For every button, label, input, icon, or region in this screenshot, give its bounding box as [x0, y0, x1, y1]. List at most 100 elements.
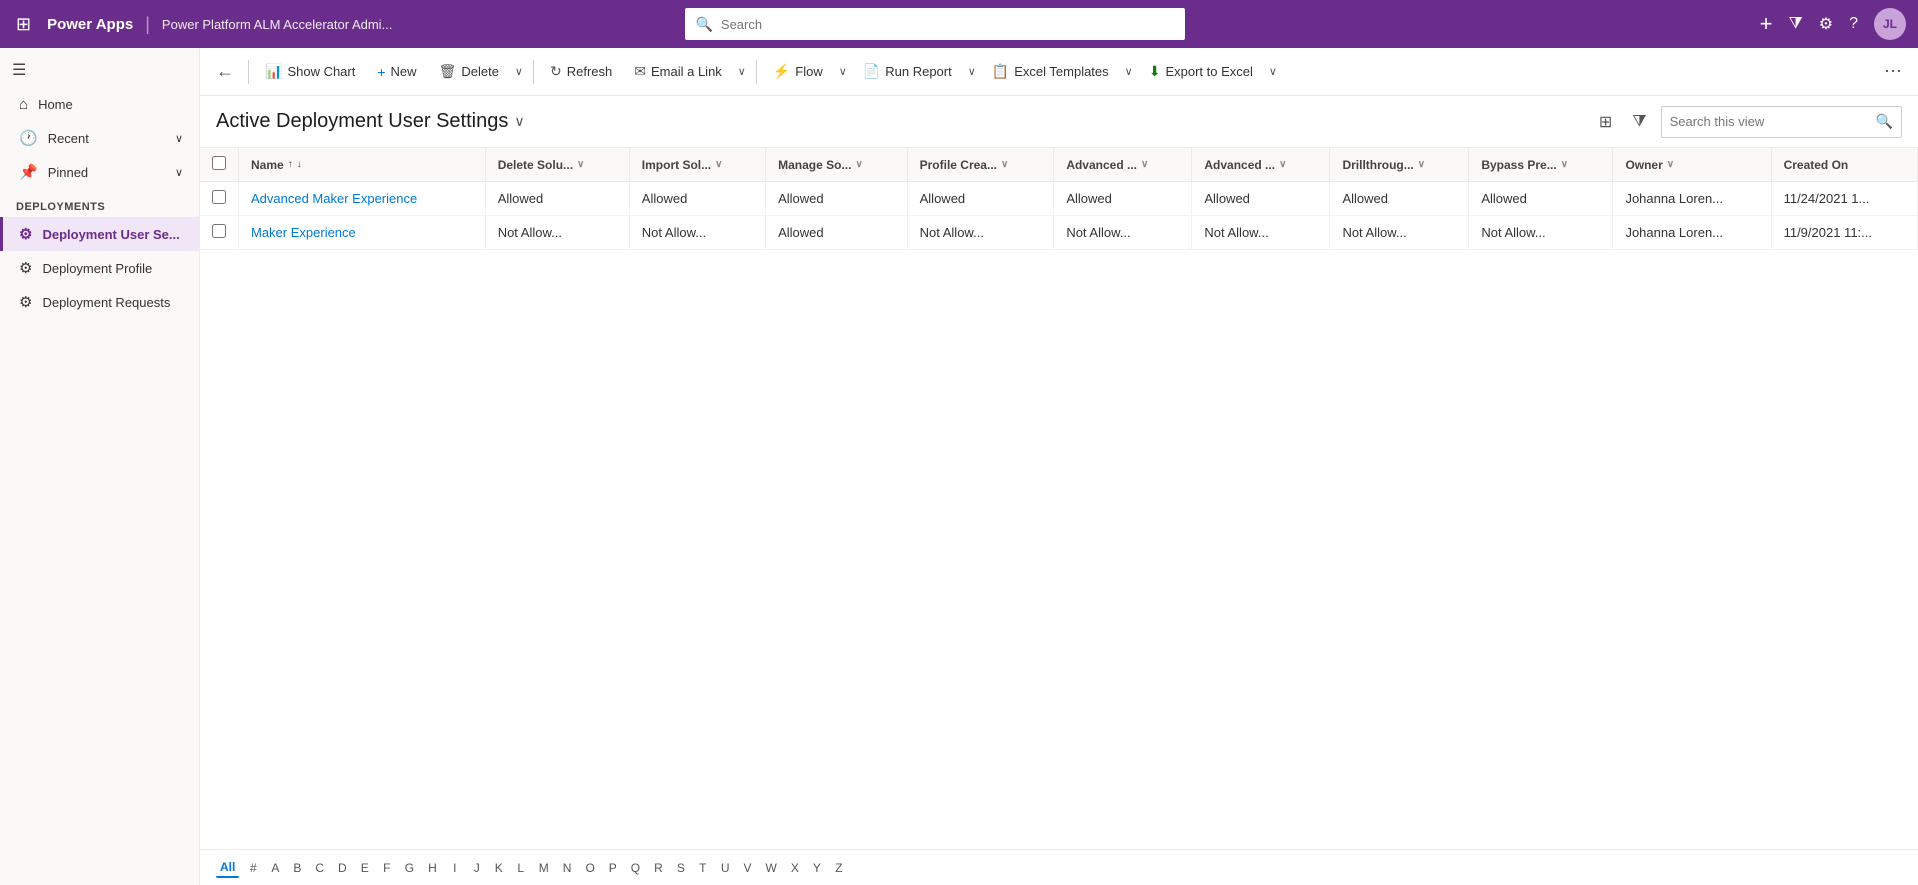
- row-checkbox-cell[interactable]: [200, 182, 239, 216]
- col-drillthrough-filter-icon[interactable]: ∨: [1418, 159, 1425, 170]
- row-checkbox[interactable]: [212, 224, 226, 238]
- alpha-item-n[interactable]: N: [559, 859, 576, 877]
- export-to-excel-button[interactable]: ⬇ Export to Excel: [1139, 57, 1263, 86]
- grid-icon[interactable]: ⊞: [12, 10, 35, 39]
- alpha-item-i[interactable]: I: [447, 859, 463, 877]
- more-button[interactable]: ⋯: [1876, 57, 1910, 86]
- col-owner-filter-icon[interactable]: ∨: [1667, 159, 1674, 170]
- avatar[interactable]: JL: [1874, 8, 1906, 40]
- col-profile-crea-filter-icon[interactable]: ∨: [1001, 159, 1008, 170]
- alpha-item-m[interactable]: M: [535, 859, 553, 877]
- sidebar-home-label: Home: [38, 97, 73, 112]
- excel-templates-dropdown[interactable]: ∨: [1121, 59, 1137, 84]
- col-name[interactable]: Name ↑ ↓: [239, 148, 486, 182]
- sidebar-item-home[interactable]: ⌂ Home: [0, 88, 199, 121]
- col-import-sol-filter-icon[interactable]: ∨: [715, 159, 722, 170]
- alpha-item-a[interactable]: A: [267, 859, 283, 877]
- search-input[interactable]: [721, 17, 1176, 32]
- alpha-item-x[interactable]: X: [787, 859, 803, 877]
- sidebar-item-deployment-requests[interactable]: ⚙ Deployment Requests: [0, 285, 199, 319]
- alpha-item-f[interactable]: F: [379, 859, 395, 877]
- alpha-item-r[interactable]: R: [650, 859, 667, 877]
- col-delete-sol-filter-icon[interactable]: ∨: [577, 159, 584, 170]
- alpha-item-#[interactable]: #: [245, 859, 261, 877]
- alpha-item-t[interactable]: T: [695, 859, 711, 877]
- table-container[interactable]: Name ↑ ↓ Delete Solu... ∨: [200, 148, 1918, 849]
- view-search-input[interactable]: [1670, 114, 1870, 129]
- col-import-sol[interactable]: Import Sol... ∨: [629, 148, 765, 182]
- col-owner[interactable]: Owner ∨: [1613, 148, 1771, 182]
- col-advanced1[interactable]: Advanced ... ∨: [1054, 148, 1192, 182]
- alpha-item-y[interactable]: Y: [809, 859, 825, 877]
- col-manage-so[interactable]: Manage So... ∨: [766, 148, 908, 182]
- select-all-checkbox[interactable]: [212, 156, 226, 170]
- alpha-item-j[interactable]: J: [469, 859, 485, 877]
- export-to-excel-dropdown[interactable]: ∨: [1265, 59, 1281, 84]
- alpha-item-h[interactable]: H: [424, 859, 441, 877]
- col-bypass-pre[interactable]: Bypass Pre... ∨: [1469, 148, 1613, 182]
- report-icon: 📄: [863, 63, 880, 80]
- alpha-item-k[interactable]: K: [491, 859, 507, 877]
- alpha-item-q[interactable]: Q: [627, 859, 644, 877]
- view-layout-icon[interactable]: ⊞: [1593, 108, 1618, 136]
- help-icon[interactable]: ?: [1849, 15, 1858, 33]
- alpha-item-w[interactable]: W: [762, 859, 781, 877]
- view-search[interactable]: 🔍: [1661, 106, 1902, 138]
- run-report-dropdown[interactable]: ∨: [964, 59, 980, 84]
- sidebar-item-deployment-profile[interactable]: ⚙ Deployment Profile: [0, 251, 199, 285]
- alpha-item-z[interactable]: Z: [831, 859, 847, 877]
- alpha-item-g[interactable]: G: [401, 859, 418, 877]
- alpha-item-b[interactable]: B: [289, 859, 305, 877]
- row-checkbox-cell[interactable]: [200, 216, 239, 250]
- sidebar-item-pinned[interactable]: 📌 Pinned ∨: [0, 155, 199, 189]
- col-delete-sol[interactable]: Delete Solu... ∨: [485, 148, 629, 182]
- sidebar-collapse-button[interactable]: ☰: [0, 52, 199, 88]
- row-name[interactable]: Maker Experience: [239, 216, 486, 250]
- alpha-item-o[interactable]: O: [581, 859, 598, 877]
- alpha-item-c[interactable]: C: [311, 859, 328, 877]
- alpha-item-v[interactable]: V: [740, 859, 756, 877]
- row-checkbox[interactable]: [212, 190, 226, 204]
- refresh-button[interactable]: ↻ Refresh: [540, 57, 622, 86]
- alpha-item-l[interactable]: L: [513, 859, 529, 877]
- col-advanced2[interactable]: Advanced ... ∨: [1192, 148, 1330, 182]
- col-advanced2-filter-icon[interactable]: ∨: [1279, 159, 1286, 170]
- chart-icon: 📊: [265, 63, 282, 80]
- row-name[interactable]: Advanced Maker Experience: [239, 182, 486, 216]
- alpha-item-p[interactable]: P: [605, 859, 621, 877]
- add-icon[interactable]: +: [1760, 11, 1773, 37]
- global-search[interactable]: 🔍: [685, 8, 1185, 40]
- toolbar-sep-1: [248, 60, 249, 84]
- sidebar-item-recent[interactable]: 🕐 Recent ∨: [0, 121, 199, 155]
- alpha-item-e[interactable]: E: [357, 859, 373, 877]
- col-profile-crea[interactable]: Profile Crea... ∨: [907, 148, 1054, 182]
- filter-icon[interactable]: ⧩: [1788, 15, 1802, 33]
- email-link-button[interactable]: ✉ Email a Link: [624, 57, 732, 86]
- run-report-button[interactable]: 📄 Run Report: [853, 57, 962, 86]
- settings-icon[interactable]: ⚙: [1819, 14, 1833, 34]
- alpha-item-u[interactable]: U: [717, 859, 734, 877]
- sidebar-item-deployment-user-settings[interactable]: ⚙ Deployment User Se...: [0, 217, 199, 251]
- select-all-header[interactable]: [200, 148, 239, 182]
- delete-button[interactable]: 🗑 Delete: [429, 57, 509, 86]
- col-drillthrough[interactable]: Drillthroug... ∨: [1330, 148, 1469, 182]
- view-title-text: Active Deployment User Settings: [216, 110, 508, 133]
- col-advanced1-filter-icon[interactable]: ∨: [1141, 159, 1148, 170]
- col-manage-so-filter-icon[interactable]: ∨: [855, 159, 862, 170]
- col-created-on[interactable]: Created On: [1771, 148, 1917, 182]
- flow-dropdown[interactable]: ∨: [835, 59, 851, 84]
- delete-dropdown[interactable]: ∨: [511, 59, 527, 84]
- alpha-item-d[interactable]: D: [334, 859, 351, 877]
- view-filter-icon[interactable]: ⧩: [1626, 109, 1652, 135]
- alpha-item-s[interactable]: S: [673, 859, 689, 877]
- back-button[interactable]: ←: [208, 57, 242, 86]
- show-chart-button[interactable]: 📊 Show Chart: [255, 57, 365, 86]
- view-title-chevron[interactable]: ∨: [514, 113, 524, 130]
- col-bypass-pre-filter-icon[interactable]: ∨: [1561, 159, 1568, 170]
- env-name[interactable]: Power Platform ALM Accelerator Admi...: [162, 17, 392, 32]
- new-button[interactable]: + New: [367, 58, 426, 86]
- excel-templates-button[interactable]: 📋 Excel Templates: [982, 57, 1119, 86]
- alpha-item-all[interactable]: All: [216, 858, 239, 878]
- flow-button[interactable]: ⚡ Flow: [763, 57, 833, 86]
- email-dropdown[interactable]: ∨: [734, 59, 750, 84]
